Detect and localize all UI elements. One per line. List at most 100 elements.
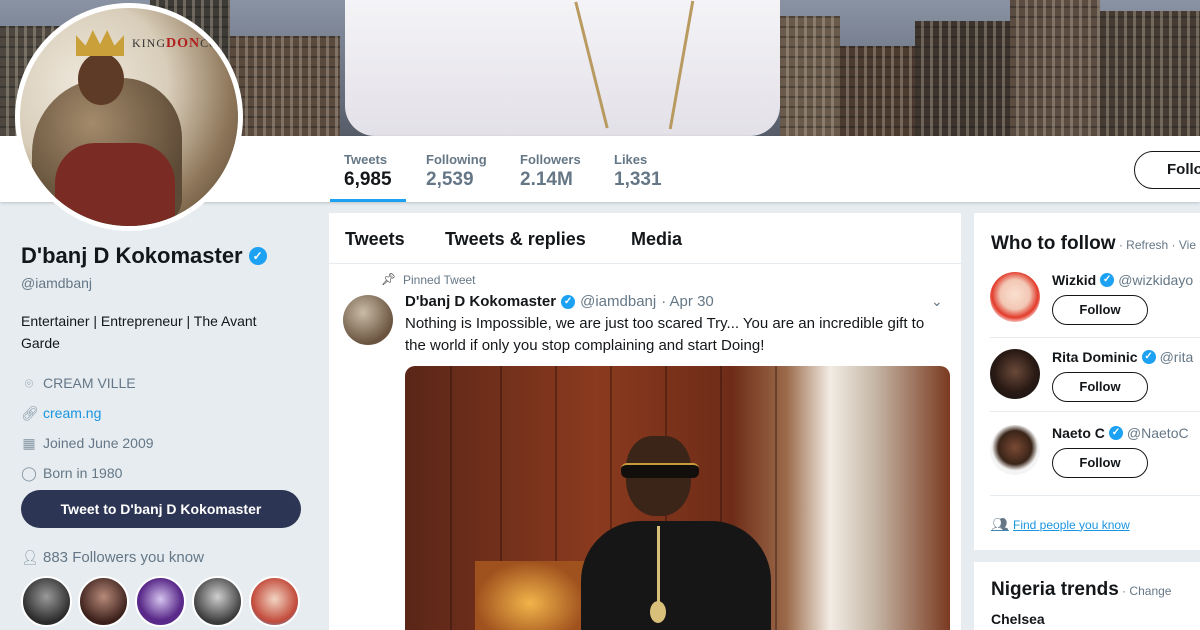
refresh-view-links[interactable]: · Refresh · Vie (1116, 238, 1196, 252)
stat-label: Likes (614, 152, 648, 167)
suggestion-avatar[interactable] (990, 349, 1040, 399)
stat-value: 6,985 (344, 169, 392, 190)
banner-building (1100, 11, 1200, 136)
find-people-text[interactable]: Find people you know (1013, 518, 1130, 532)
stat-followers[interactable]: Followers 2.14M (520, 152, 581, 191)
profile-bio: Entertainer | Entrepreneur | The Avant G… (21, 313, 257, 351)
verified-icon: ✓ (1100, 273, 1115, 287)
balloon-icon: ◯ (21, 464, 37, 481)
tweet-author-handle[interactable]: @iamdbanj (580, 293, 656, 310)
people-icon: 👥︎ (991, 516, 1009, 532)
verified-icon: ✓ (248, 247, 267, 265)
people-icon: 👤︎ (21, 549, 39, 565)
trends-panel: Nigeria trends · Change Chelsea (974, 562, 1200, 630)
tweet-author-name[interactable]: D'banj D Kokomaster (405, 293, 556, 310)
banner-building (915, 21, 1010, 136)
profile-name-text[interactable]: D'banj D Kokomaster (21, 243, 243, 269)
suggestion-item: Wizkid ✓ @wizkidayo Follow (990, 272, 1200, 342)
follower-avatar[interactable] (78, 576, 129, 627)
tweet-text: Nothing is Impossible, we are just too s… (405, 315, 925, 354)
suggestion-avatar[interactable] (990, 272, 1040, 322)
joined-text: Joined June 2009 (43, 435, 154, 451)
banner-portrait (345, 0, 780, 136)
banner-building (840, 46, 920, 136)
trends-heading: Nigeria trends (991, 579, 1119, 600)
timeline-tabs: Tweets Tweets & replies Media (329, 213, 961, 264)
banner-building (1010, 0, 1100, 136)
follower-avatar[interactable] (249, 576, 300, 627)
suggestion-handle[interactable]: @rita (1160, 349, 1194, 365)
find-people-link[interactable]: 👥︎ Find people you know (991, 516, 1130, 533)
stat-label: Following (426, 152, 487, 167)
divider (990, 495, 1200, 496)
suggestion-name[interactable]: Naeto C ✓ @NaetoC (1052, 425, 1189, 441)
who-to-follow-panel: Who to follow · Refresh · Vie Wizkid ✓ @… (974, 213, 1200, 550)
stat-value: 2,539 (426, 169, 474, 190)
tweet-date[interactable]: · Apr 30 (661, 293, 714, 310)
link-icon: 🔗︎ (21, 404, 39, 421)
tweet-avatar[interactable] (343, 295, 393, 345)
tab-tweets-replies[interactable]: Tweets & replies (445, 229, 586, 250)
suggestion-item: Rita Dominic ✓ @rita Follow (990, 349, 1200, 419)
divider (990, 411, 1200, 412)
follower-avatar[interactable] (21, 576, 72, 627)
chevron-down-icon[interactable]: ⌄ (931, 293, 943, 310)
divider (990, 337, 1200, 338)
active-tab-indicator (330, 199, 406, 202)
tweet-to-button[interactable]: Tweet to D'banj D Kokomaster (21, 490, 301, 528)
timeline: Tweets Tweets & replies Media 📌︎ Pinned … (329, 213, 961, 630)
profile-website[interactable]: 🔗︎ cream.ng (21, 398, 311, 428)
suggestion-item: Naeto C ✓ @NaetoC Follow (990, 425, 1200, 495)
profile-handle[interactable]: @iamdbanj (21, 275, 311, 291)
location-pin-icon: ⌾ (24, 374, 34, 391)
suggestion-name[interactable]: Rita Dominic ✓ @rita (1052, 349, 1193, 365)
who-to-follow-title: Who to follow · Refresh · Vie (991, 233, 1196, 255)
suggestion-avatar[interactable] (990, 425, 1040, 475)
follower-avatar[interactable] (135, 576, 186, 627)
trend-item[interactable]: Chelsea (991, 611, 1045, 627)
verified-icon: ✓ (1108, 426, 1123, 440)
profile-birthday: ◯ Born in 1980 (21, 458, 311, 488)
follow-button[interactable]: Follow (1052, 372, 1148, 402)
crown-icon (76, 30, 124, 56)
stat-following[interactable]: Following 2,539 (426, 152, 487, 191)
tab-tweets[interactable]: Tweets (345, 229, 405, 250)
follower-avatar[interactable] (192, 576, 243, 627)
profile-name: D'banj D Kokomaster ✓ (21, 243, 311, 269)
tweet-photo[interactable] (405, 366, 950, 630)
stat-tweets[interactable]: Tweets 6,985 (330, 152, 406, 202)
calendar-icon: ▦ (22, 434, 36, 451)
followers-you-know-text[interactable]: 883 Followers you know (43, 549, 204, 566)
suggestion-handle[interactable]: @NaetoC (1127, 425, 1189, 441)
profile-location: ⌾ CREAM VILLE (21, 368, 311, 398)
follow-button[interactable]: Follow (1052, 295, 1148, 325)
pin-icon: 📌︎ (381, 272, 397, 286)
born-text: Born in 1980 (43, 465, 123, 481)
suggestion-name-text[interactable]: Rita Dominic (1052, 349, 1138, 365)
suggestion-name-text[interactable]: Wizkid (1052, 272, 1096, 288)
pinned-label: Pinned Tweet (403, 273, 476, 287)
tab-media[interactable]: Media (631, 229, 682, 250)
stat-likes[interactable]: Likes 1,331 (614, 152, 662, 191)
profile-card: D'banj D Kokomaster ✓ @iamdbanj Entertai… (21, 243, 311, 488)
follow-button[interactable]: Follow (1052, 448, 1148, 478)
suggestion-name[interactable]: Wizkid ✓ @wizkidayo (1052, 272, 1193, 288)
suggestion-handle[interactable]: @wizkidayo (1118, 272, 1193, 288)
website-link[interactable]: cream.ng (43, 405, 101, 421)
stat-label: Tweets (344, 152, 388, 167)
followers-you-know[interactable]: 👤︎ 883 Followers you know (21, 549, 204, 566)
trends-title: Nigeria trends · Change (991, 579, 1171, 601)
tweet-header: D'banj D Kokomaster ✓ @iamdbanj · Apr 30 (405, 293, 714, 310)
change-link[interactable]: · Change (1119, 584, 1171, 598)
stat-label: Followers (520, 152, 581, 167)
banner-building (230, 36, 340, 136)
suggestion-name-text[interactable]: Naeto C (1052, 425, 1105, 441)
verified-icon: ✓ (561, 294, 576, 309)
stat-value: 1,331 (614, 169, 662, 190)
stat-value: 2.14M (520, 169, 573, 190)
banner-building (780, 16, 840, 136)
profile-joined: ▦ Joined June 2009 (21, 428, 311, 458)
follow-button[interactable]: Follo (1134, 151, 1200, 189)
profile-avatar[interactable]: KINGDONCo (15, 3, 243, 231)
verified-icon: ✓ (1141, 350, 1156, 364)
